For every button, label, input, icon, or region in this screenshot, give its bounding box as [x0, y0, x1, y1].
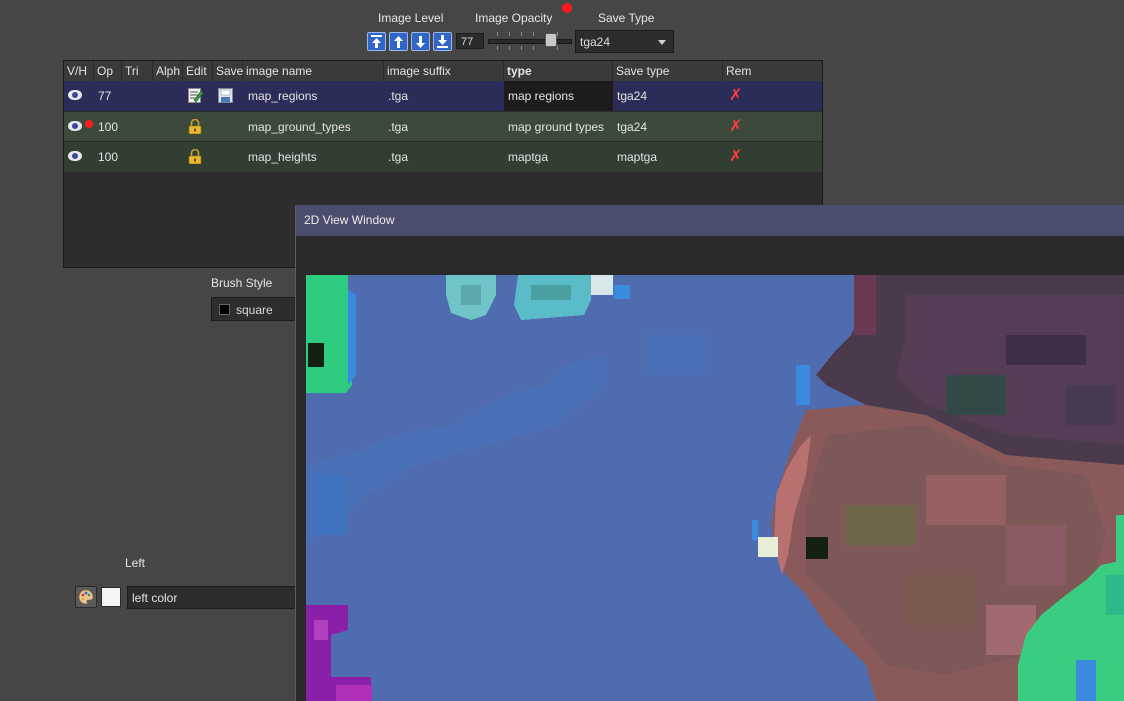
chevron-down-icon: [658, 40, 666, 45]
brush-style-label: Brush Style: [211, 276, 273, 290]
opacity-slider-track[interactable]: [488, 39, 572, 44]
col-header-visibility[interactable]: V/H: [64, 61, 94, 81]
square-brush-icon: [219, 304, 230, 315]
row-type[interactable]: map ground types: [504, 112, 604, 142]
save-type-value: tga24: [580, 35, 611, 49]
row-image-suffix: .tga: [388, 150, 409, 164]
left-color-swatch[interactable]: [101, 587, 121, 607]
row-save-type[interactable]: tga24: [613, 81, 647, 111]
brush-style-dropdown[interactable]: square: [211, 297, 301, 321]
edit-icon[interactable]: [188, 88, 203, 103]
row-type[interactable]: map regions: [504, 81, 613, 111]
row-save-type[interactable]: maptga: [613, 142, 657, 172]
row-opacity: 77: [98, 89, 112, 103]
table-row[interactable]: 77 map_regions .tga map regions tga24 ✗: [64, 81, 822, 111]
row-opacity: 100: [98, 120, 119, 134]
left-color-label: Left: [125, 556, 146, 570]
move-top-button[interactable]: [367, 32, 386, 51]
remove-icon[interactable]: ✗: [729, 88, 742, 104]
col-header-tri[interactable]: Tri: [122, 61, 153, 81]
map-canvas[interactable]: [306, 275, 1124, 701]
opacity-input[interactable]: 77: [456, 33, 484, 49]
slider-tick: [557, 46, 558, 50]
slider-tick: [533, 46, 534, 50]
palette-icon: [78, 589, 94, 605]
view-window: 2D View Window: [295, 205, 1124, 701]
remove-icon[interactable]: ✗: [729, 119, 742, 135]
palette-button[interactable]: [75, 586, 97, 608]
row-type[interactable]: maptga: [504, 142, 548, 172]
col-header-opacity[interactable]: Op: [94, 61, 122, 81]
col-header-save-type[interactable]: Save type: [613, 61, 723, 81]
slider-tick: [509, 32, 510, 36]
move-up-button[interactable]: [389, 32, 408, 51]
save-icon[interactable]: [218, 88, 233, 103]
active-layer-dot: [85, 120, 93, 128]
row-image-name: map_ground_types: [248, 120, 351, 134]
save-type-dropdown[interactable]: tga24: [575, 30, 674, 53]
modified-indicator-dot: [562, 3, 572, 13]
arrow-up-icon: [394, 35, 403, 48]
brush-style-value: square: [236, 303, 273, 317]
row-image-suffix: .tga: [388, 89, 409, 103]
col-header-image-suffix[interactable]: image suffix: [384, 61, 504, 81]
slider-tick: [557, 32, 558, 36]
move-bottom-button[interactable]: [433, 32, 452, 51]
col-header-image-name[interactable]: image name: [243, 61, 384, 81]
eye-icon[interactable]: [68, 90, 82, 100]
image-level-label: Image Level: [378, 11, 444, 25]
row-image-suffix: .tga: [388, 120, 409, 134]
eye-icon[interactable]: [68, 121, 82, 131]
slider-tick: [521, 46, 522, 50]
lock-icon[interactable]: [188, 149, 202, 164]
row-image-name: map_regions: [248, 89, 318, 103]
col-header-save[interactable]: Save: [213, 61, 243, 81]
arrow-top-icon: [371, 35, 382, 48]
col-header-alpha[interactable]: Alph: [153, 61, 183, 81]
slider-tick: [509, 46, 510, 50]
arrow-down-icon: [416, 35, 425, 48]
move-down-button[interactable]: [411, 32, 430, 51]
slider-tick: [533, 32, 534, 36]
table-row[interactable]: 100 map_heights .tga maptga maptga ✗: [64, 141, 822, 172]
image-opacity-label: Image Opacity: [475, 11, 553, 25]
view-window-title[interactable]: 2D View Window: [296, 205, 1124, 236]
slider-tick: [521, 32, 522, 36]
arrow-bottom-icon: [437, 35, 448, 48]
remove-icon[interactable]: ✗: [729, 149, 742, 165]
opacity-slider-handle[interactable]: [545, 33, 558, 47]
col-header-type[interactable]: type: [504, 61, 613, 81]
row-save-type[interactable]: tga24: [613, 112, 647, 142]
row-opacity: 100: [98, 150, 119, 164]
col-header-remove[interactable]: Rem: [723, 61, 822, 81]
slider-tick: [497, 46, 498, 50]
lock-icon[interactable]: [188, 119, 202, 134]
left-color-field[interactable]: left color: [127, 586, 301, 609]
table-row[interactable]: 100 map_ground_types .tga map ground typ…: [64, 111, 822, 142]
slider-tick: [497, 32, 498, 36]
map-image: [306, 275, 1124, 701]
save-type-label: Save Type: [598, 11, 655, 25]
left-color-field-value: left color: [132, 591, 178, 605]
row-image-name: map_heights: [248, 150, 317, 164]
col-header-edit[interactable]: Edit: [183, 61, 213, 81]
eye-icon[interactable]: [68, 151, 82, 161]
table-header: V/H Op Tri Alph Edit Save image name ima…: [64, 61, 822, 82]
